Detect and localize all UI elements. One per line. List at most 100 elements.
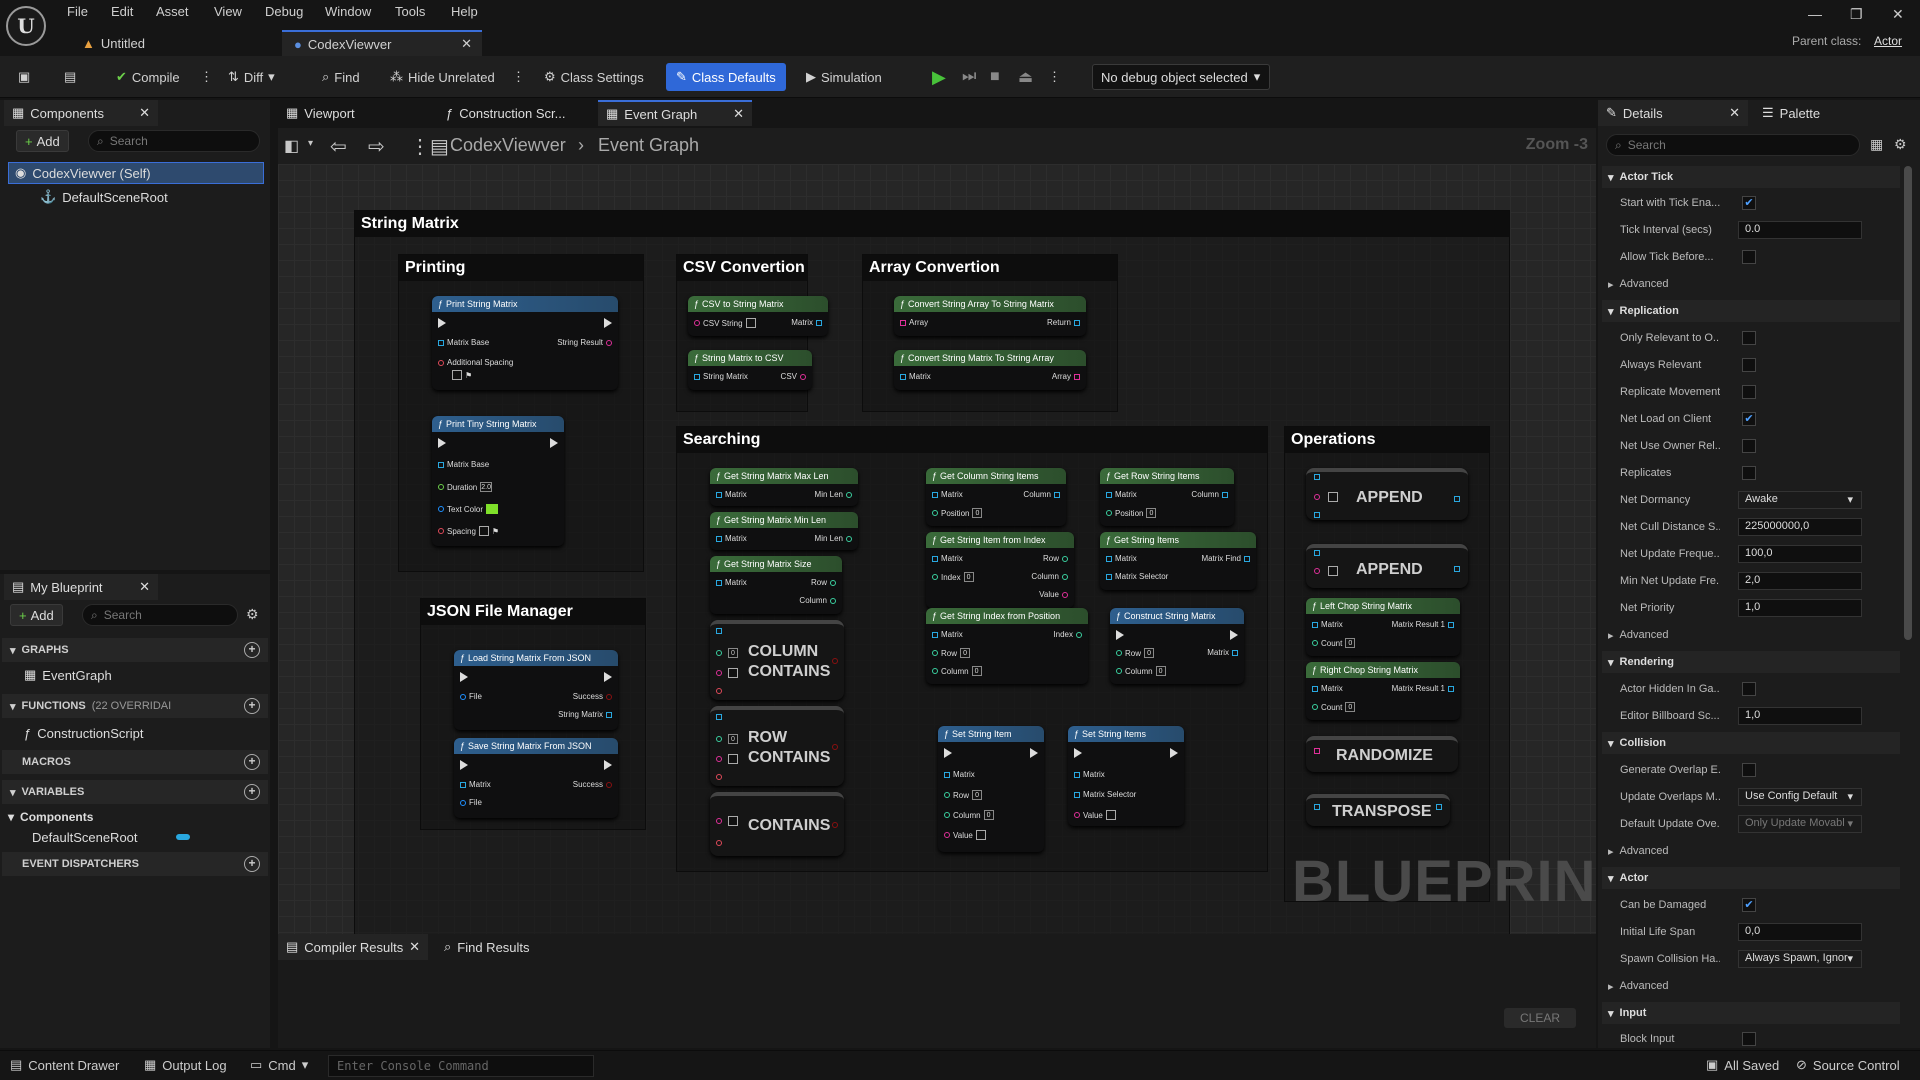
details-section-collision[interactable]: ▾ Collision xyxy=(1602,732,1900,754)
pin-value[interactable] xyxy=(716,756,722,762)
pin-matrix[interactable]: Matrix xyxy=(900,372,931,381)
menu-tools[interactable]: Tools xyxy=(395,4,425,19)
pin-matrix-a[interactable] xyxy=(1314,550,1320,556)
value-checkbox[interactable] xyxy=(728,816,738,826)
pin-index[interactable] xyxy=(716,736,722,742)
node-get-row-string-items[interactable]: ƒ Get Row String Items Matrix Column Posi… xyxy=(1100,468,1234,526)
menu-window[interactable]: Window xyxy=(325,4,371,19)
pin-success[interactable]: Success xyxy=(573,780,612,789)
text-color-swatch[interactable] xyxy=(486,504,499,514)
input-net-update-frequency[interactable]: 100,0 xyxy=(1738,545,1862,563)
pin-position[interactable]: Position 0 xyxy=(1106,508,1157,518)
input-min-net-update[interactable]: 2,0 xyxy=(1738,572,1862,590)
node-string-matrix-to-array[interactable]: ƒ Convert String Matrix To String Array M… xyxy=(894,350,1086,390)
pin-column[interactable]: Column xyxy=(1191,490,1228,499)
clear-button[interactable]: CLEAR xyxy=(1504,1008,1576,1028)
pin-value[interactable] xyxy=(716,670,722,676)
pin-matrix[interactable]: Matrix xyxy=(716,534,747,543)
add-dispatcher-icon[interactable]: + xyxy=(244,856,260,872)
value-checkbox[interactable] xyxy=(728,668,738,678)
node-print-string-matrix[interactable]: ƒ Print String Matrix Matrix Base String … xyxy=(432,296,618,390)
pin-matrix-result[interactable]: Matrix Result 1 xyxy=(1392,620,1454,629)
palette-tab[interactable]: ☰ Palette xyxy=(1754,100,1874,126)
select-net-dormancy[interactable]: Awake ▾ xyxy=(1738,491,1862,509)
pin-return[interactable] xyxy=(1454,566,1460,572)
pin-csv-string[interactable]: CSV String xyxy=(694,318,756,328)
tab-viewport[interactable]: ▦ Viewport xyxy=(278,100,428,126)
pin-matrix[interactable]: Matrix xyxy=(932,490,963,499)
pin-row[interactable]: Row 0 xyxy=(932,648,971,658)
menu-file[interactable]: File xyxy=(67,4,88,19)
pin-text-color[interactable]: Text Color xyxy=(438,504,499,514)
menu-asset[interactable]: Asset xyxy=(156,4,189,19)
pin-row[interactable]: Row xyxy=(811,578,836,587)
pin-additional-spacing[interactable]: Additional Spacing xyxy=(438,358,513,367)
checkbox-start-with-tick[interactable]: ✔ xyxy=(1742,196,1756,210)
save-icon[interactable]: ▣ xyxy=(12,64,36,90)
variable-item-defaultsceneroot[interactable]: DefaultSceneRoot xyxy=(26,826,190,848)
play-icon[interactable]: ▶ xyxy=(926,64,952,90)
close-tab-icon[interactable]: ✕ xyxy=(139,579,150,595)
add-variable-icon[interactable]: + xyxy=(244,784,260,800)
pin-return[interactable] xyxy=(832,658,838,664)
node-array-to-string-matrix[interactable]: ƒ Convert String Array To String Matrix A… xyxy=(894,296,1086,336)
node-save-string-matrix-from-json[interactable]: ƒ Save String Matrix From JSON Matrix Suc… xyxy=(454,738,618,818)
pin-return[interactable] xyxy=(1436,804,1442,810)
details-advanced-collision[interactable]: ▸ Advanced xyxy=(1602,840,1900,862)
pin-string-result[interactable]: String Result xyxy=(557,338,612,347)
pin-matrix-base[interactable]: Matrix Base xyxy=(438,338,489,347)
close-tab-icon[interactable]: ✕ xyxy=(733,106,744,122)
pin-matrix-result[interactable]: Matrix Result 1 xyxy=(1392,684,1454,693)
pin-index[interactable]: Index xyxy=(1053,630,1082,639)
pin-count[interactable]: Count 0 xyxy=(1312,702,1356,712)
pin-matrix[interactable] xyxy=(1314,804,1320,810)
pin-matrix[interactable]: Matrix xyxy=(1312,620,1343,629)
minimize-icon[interactable]: — xyxy=(1808,6,1822,22)
pin-matrix-selector[interactable]: Matrix Selector xyxy=(1106,572,1168,581)
pin-matrix[interactable]: Matrix xyxy=(1312,684,1343,693)
details-section-input[interactable]: ▾ Input xyxy=(1602,1002,1900,1024)
pin-matrix-b[interactable] xyxy=(1314,512,1320,518)
gear-icon[interactable]: ⚙ xyxy=(1894,136,1907,153)
add-graph-icon[interactable]: + xyxy=(244,642,260,658)
node-get-string-index-from-position[interactable]: ƒ Get String Index from Position Matrix I… xyxy=(926,608,1088,684)
gear-icon[interactable]: ⚙ xyxy=(246,606,259,623)
find-button[interactable]: ⌕ Find xyxy=(316,64,366,90)
play-options-icon[interactable]: ⋮ xyxy=(1042,64,1067,90)
details-scrollbar[interactable] xyxy=(1904,166,1912,640)
pin-matrix[interactable]: Matrix xyxy=(1207,648,1238,657)
tab-find-results[interactable]: ⌕ Find Results xyxy=(436,934,566,960)
pin-index[interactable] xyxy=(716,650,722,656)
close-tab-icon[interactable]: ✕ xyxy=(461,36,472,52)
input-net-cull-distance[interactable]: 225000000,0 xyxy=(1738,518,1862,536)
step-icon[interactable]: ⏭ xyxy=(956,64,982,90)
pin-string-matrix[interactable]: String Matrix xyxy=(694,372,748,381)
pin-row[interactable]: Row xyxy=(1043,554,1068,563)
exec-in-pin[interactable] xyxy=(438,438,446,448)
close-window-icon[interactable]: ✕ xyxy=(1892,6,1904,23)
my-blueprint-search-input[interactable]: ⌕ Search xyxy=(82,604,238,626)
back-arrow-icon[interactable]: ⇦ xyxy=(330,134,347,159)
pin-return[interactable] xyxy=(832,822,838,828)
node-construct-string-matrix[interactable]: ƒ Construct String Matrix Row 0 Matrix Col… xyxy=(1110,608,1244,684)
doc-tab-codexviewver[interactable]: ● CodexViewver ✕ xyxy=(282,30,482,56)
pin-success[interactable]: Success xyxy=(573,692,612,701)
pin-matrix[interactable]: Matrix xyxy=(791,318,822,327)
input-editor-billboard[interactable]: 1,0 xyxy=(1738,707,1862,725)
details-section-rendering[interactable]: ▾ Rendering xyxy=(1602,651,1900,673)
pin-array[interactable]: Array xyxy=(1052,372,1080,381)
source-control-button[interactable]: ⊘ Source Control xyxy=(1796,1057,1900,1073)
bookmark-icon[interactable]: ◧ xyxy=(284,136,299,156)
pin-extra[interactable] xyxy=(716,774,722,780)
exec-out-pin[interactable] xyxy=(1030,748,1038,758)
exec-out-pin[interactable] xyxy=(604,760,612,770)
pin-return[interactable]: Return xyxy=(1047,318,1080,327)
value-checkbox[interactable] xyxy=(728,754,738,764)
pin-file[interactable]: File xyxy=(460,798,482,807)
pin-extra[interactable] xyxy=(716,688,722,694)
node-get-column-string-items[interactable]: ƒ Get Column String Items Matrix Column P… xyxy=(926,468,1066,526)
exec-in-pin[interactable] xyxy=(460,672,468,682)
restore-icon[interactable]: ❐ xyxy=(1850,6,1863,23)
pin-return[interactable] xyxy=(832,744,838,750)
add-function-icon[interactable]: + xyxy=(244,698,260,714)
